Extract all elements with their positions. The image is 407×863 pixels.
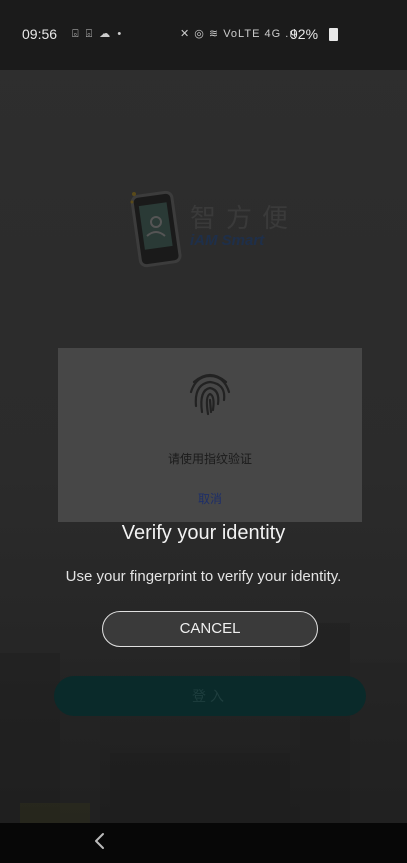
chevron-left-icon[interactable] (90, 831, 110, 851)
phone-logo-icon (130, 190, 182, 268)
status-bar: 09:56 ⌻ ⌻ ☁ • ✕ ◎ ≋ VoLTE 4G .ıl 92% (0, 0, 407, 70)
logo-chinese-text: 智方便 (190, 204, 299, 234)
app-logo: 智方便 iAM Smart (120, 182, 320, 272)
app-fingerprint-dialog: 请使用指纹验证 取消 (58, 348, 362, 522)
battery-icon (329, 28, 338, 41)
navigation-bar (0, 823, 407, 863)
notification-icons: ⌻ ⌻ ☁ • (72, 28, 124, 40)
status-time: 09:56 (22, 26, 58, 42)
biometric-subtitle: Use your fingerprint to verify your iden… (65, 568, 342, 585)
battery-percent: 92% (290, 26, 319, 42)
inner-cancel-link[interactable]: 取消 (58, 490, 362, 507)
biometric-title: Verify your identity (121, 522, 286, 544)
logo-english-text: iAM Smart (190, 232, 265, 249)
fingerprint-icon (189, 373, 231, 416)
signal-icons: ✕ ◎ ≋ VoLTE 4G .ıl (180, 28, 297, 40)
cancel-button[interactable]: CANCEL (102, 611, 318, 647)
fingerprint-prompt-text: 请使用指纹验证 (167, 452, 252, 466)
login-button[interactable]: 登入 (54, 676, 366, 716)
